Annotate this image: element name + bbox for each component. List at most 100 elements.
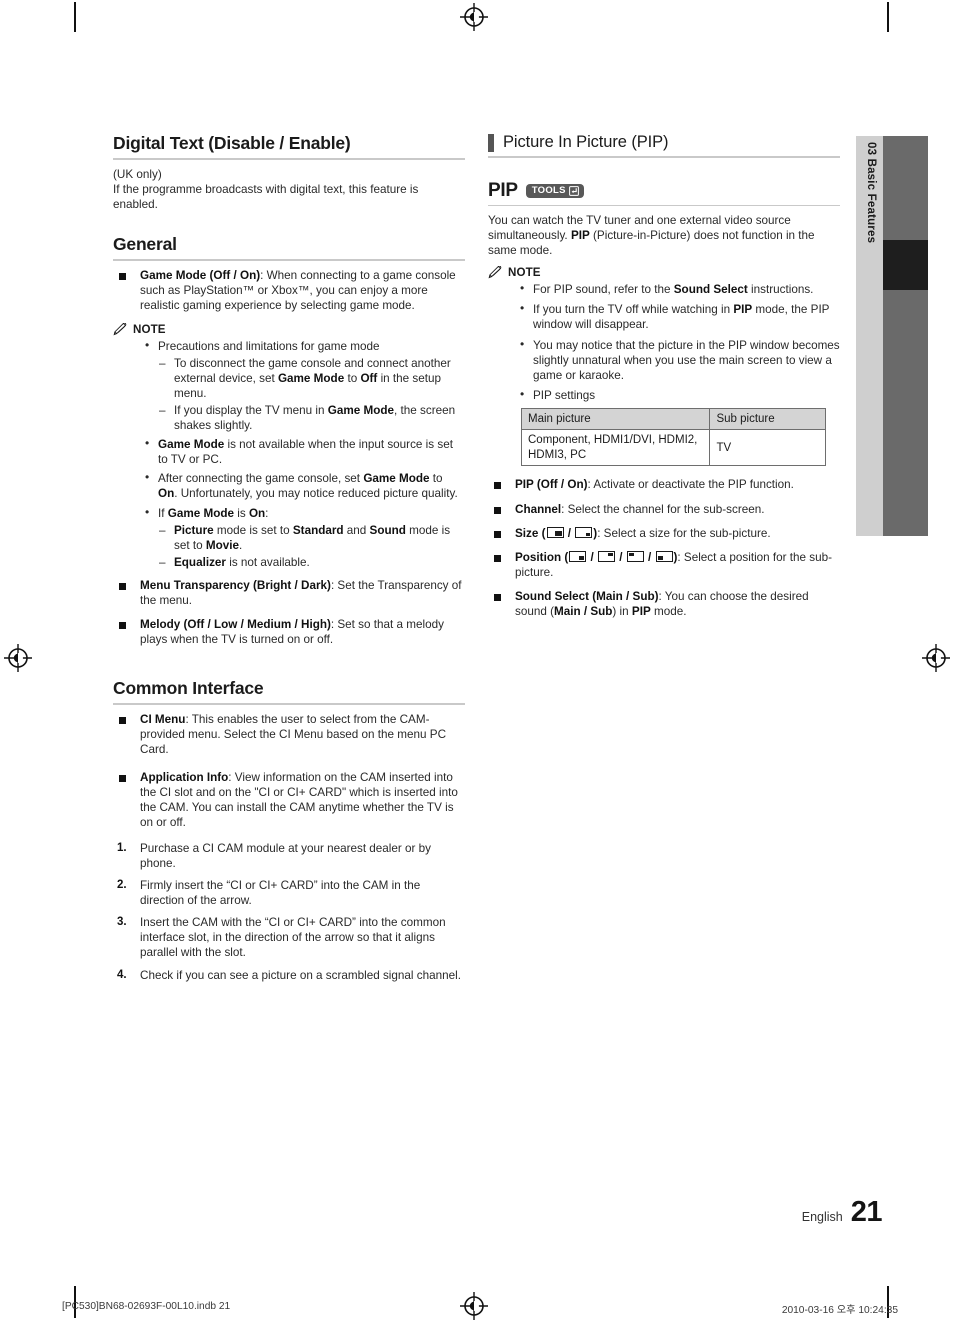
option-label: Melody (Off / Low / Medium / High)	[140, 618, 331, 632]
table-header-main-picture: Main picture	[520, 407, 711, 431]
heading-rule	[488, 156, 840, 158]
option-label: Channel	[515, 502, 562, 516]
print-file-name: [PC530]BN68-02693F-00L10.indb 21	[62, 1301, 231, 1312]
list-item-menu-transparency: Menu Transparency (Bright / Dark): Set t…	[113, 578, 465, 608]
pip-heading-row: PIP TOOLS	[488, 180, 840, 202]
chapter-side-tab-label: 03 Basic Features	[865, 142, 877, 244]
list-item-step: 3. Insert the CAM with the “CI or CI+ CAR…	[113, 915, 465, 960]
option-label: Sound Select (Main / Sub)	[515, 589, 659, 603]
pencil-icon	[488, 265, 503, 279]
digital-text-heading: Digital Text (Disable / Enable)	[113, 133, 351, 153]
list-item-note: You may notice that the picture in the P…	[517, 337, 840, 383]
separator: /	[564, 526, 575, 540]
table-header-row: Main picture Sub picture	[520, 407, 826, 431]
list-item-note-sub: To disconnect the game console and conne…	[158, 356, 465, 401]
chapter-side-bar-active-segment	[883, 240, 928, 290]
list-item-step: 2. Firmly insert the “CI or CI+ CARD” int…	[113, 878, 465, 908]
digital-text-uk-only: (UK only)	[113, 168, 162, 181]
option-label: Application Info	[140, 770, 229, 784]
list-item-note: For PIP sound, refer to the Sound Select…	[517, 281, 840, 297]
list-item-note-sub: Equalizer is not available.	[158, 555, 465, 570]
pip-intro: You can watch the TV tuner and one exter…	[488, 214, 815, 258]
note-label: NOTE	[133, 322, 166, 336]
page-footer: English 21	[801, 1196, 883, 1229]
pip-option-list: PIP (Off / On): Activate or deactivate t…	[488, 477, 840, 619]
step-text: Purchase a CI CAM module at your nearest…	[140, 841, 432, 870]
option-label: CI Menu	[140, 713, 186, 727]
list-item-size: Size ( / ): Select a size for the sub-pi…	[488, 526, 840, 541]
step-text: Firmly insert the “CI or CI+ CARD” into …	[140, 879, 421, 908]
option-text: : Select the channel for the sub-screen.	[561, 502, 765, 516]
pip-position-top-right-icon	[598, 550, 615, 562]
table-cell-main-picture: Component, HDMI1/DVI, HDMI2, HDMI3, PC	[520, 429, 711, 467]
list-item-application-info: Application Info: View information on th…	[113, 770, 465, 830]
table-cell-sub-picture: TV	[709, 429, 826, 467]
heading-rule	[488, 204, 840, 206]
list-item-channel: Channel: Select the channel for the sub-…	[488, 502, 840, 517]
chapter-side-tab: 03 Basic Features	[856, 136, 883, 536]
step-number: 1.	[117, 841, 127, 854]
general-heading: General	[113, 234, 177, 255]
tools-badge[interactable]: TOOLS	[525, 183, 584, 198]
option-label: Size	[515, 526, 539, 540]
list-item-note-sub: If you display the TV menu in Game Mode,…	[158, 403, 465, 433]
paren-open: (	[561, 550, 569, 564]
table-row: Component, HDMI1/DVI, HDMI2, HDMI3, PC T…	[520, 429, 826, 467]
pip-heading: PIP	[488, 179, 518, 201]
footer-language: English	[801, 1210, 843, 1224]
note-header: NOTE	[113, 322, 465, 336]
list-item-note-sub: Picture mode is set to Standard and Soun…	[158, 523, 465, 553]
list-item-note: After connecting the game console, set G…	[142, 470, 465, 501]
tools-badge-label: TOOLS	[531, 184, 566, 196]
right-column: Picture In Picture (PIP) PIP TOOLS You c…	[488, 133, 840, 628]
digital-text-description: If the programme broadcasts with digital…	[113, 183, 419, 212]
option-label: PIP (Off / On)	[515, 478, 588, 492]
heading-rule	[113, 703, 465, 706]
list-item-note: Precautions and limitations for game mod…	[142, 338, 465, 354]
general-option-list-2: Menu Transparency (Bright / Dark): Set t…	[113, 578, 465, 647]
section-title: Picture In Picture (PIP)	[503, 133, 669, 151]
list-item-note: PIP settings	[517, 387, 840, 403]
separator: /	[587, 550, 597, 564]
list-item-melody: Melody (Off / Low / Medium / High): Set …	[113, 617, 465, 647]
pip-position-top-left-icon	[626, 550, 644, 562]
list-item-step: 1. Purchase a CI CAM module at your neare…	[113, 841, 465, 871]
picture-in-picture-section-header: Picture In Picture (PIP)	[488, 133, 840, 152]
heading-rule	[113, 259, 465, 262]
general-note-list: Precautions and limitations for game mod…	[113, 338, 465, 570]
list-item-ci-menu: CI Menu: This enables the user to select…	[113, 712, 465, 757]
list-item-step: 4. Check if you can see a picture on a sc…	[113, 968, 465, 983]
option-label: Menu Transparency (Bright / Dark)	[140, 578, 331, 592]
option-text: : Activate or deactivate the PIP functio…	[587, 478, 794, 492]
pip-position-bottom-right-icon	[569, 550, 587, 562]
section-bar-icon	[488, 133, 494, 152]
step-number: 2.	[117, 879, 127, 892]
option-label: Position	[515, 550, 562, 564]
list-item-game-mode: Game Mode (Off / On): When connecting to…	[113, 268, 465, 313]
general-option-list: Game Mode (Off / On): When connecting to…	[113, 268, 465, 313]
print-timestamp: 2010-03-16 오후 10:24:35	[781, 1305, 898, 1316]
pencil-icon	[113, 322, 128, 336]
option-label: Game Mode (Off / On)	[140, 269, 261, 283]
pip-note-list: For PIP sound, refer to the Sound Select…	[488, 281, 840, 403]
step-number: 4.	[117, 968, 127, 981]
step-text: Insert the CAM with the “CI or CI+ CARD”…	[140, 916, 446, 960]
manual-page: Digital Text (Disable / Enable) (UK only…	[0, 0, 954, 1321]
table-header-sub-picture: Sub picture	[709, 407, 826, 431]
list-item-note: Game Mode is not available when the inpu…	[142, 436, 465, 467]
step-text: Check if you can see a picture on a scra…	[140, 968, 461, 982]
heading-rule	[113, 158, 465, 160]
common-interface-heading: Common Interface	[113, 678, 264, 699]
common-interface-steps: 1. Purchase a CI CAM module at your neare…	[113, 841, 465, 983]
pip-position-bottom-left-icon	[655, 550, 673, 562]
separator: /	[644, 550, 655, 564]
pip-settings-table: Main picture Sub picture Component, HDMI…	[520, 407, 826, 467]
list-item-note: If Game Mode is On:	[142, 504, 465, 521]
paren-open: (	[538, 526, 546, 540]
list-item-note: If you turn the TV off while watching in…	[517, 301, 840, 332]
option-text: : This enables the user to select from t…	[140, 713, 447, 757]
chapter-side-bar	[883, 136, 928, 536]
list-item-pip-toggle: PIP (Off / On): Activate or deactivate t…	[488, 477, 840, 492]
